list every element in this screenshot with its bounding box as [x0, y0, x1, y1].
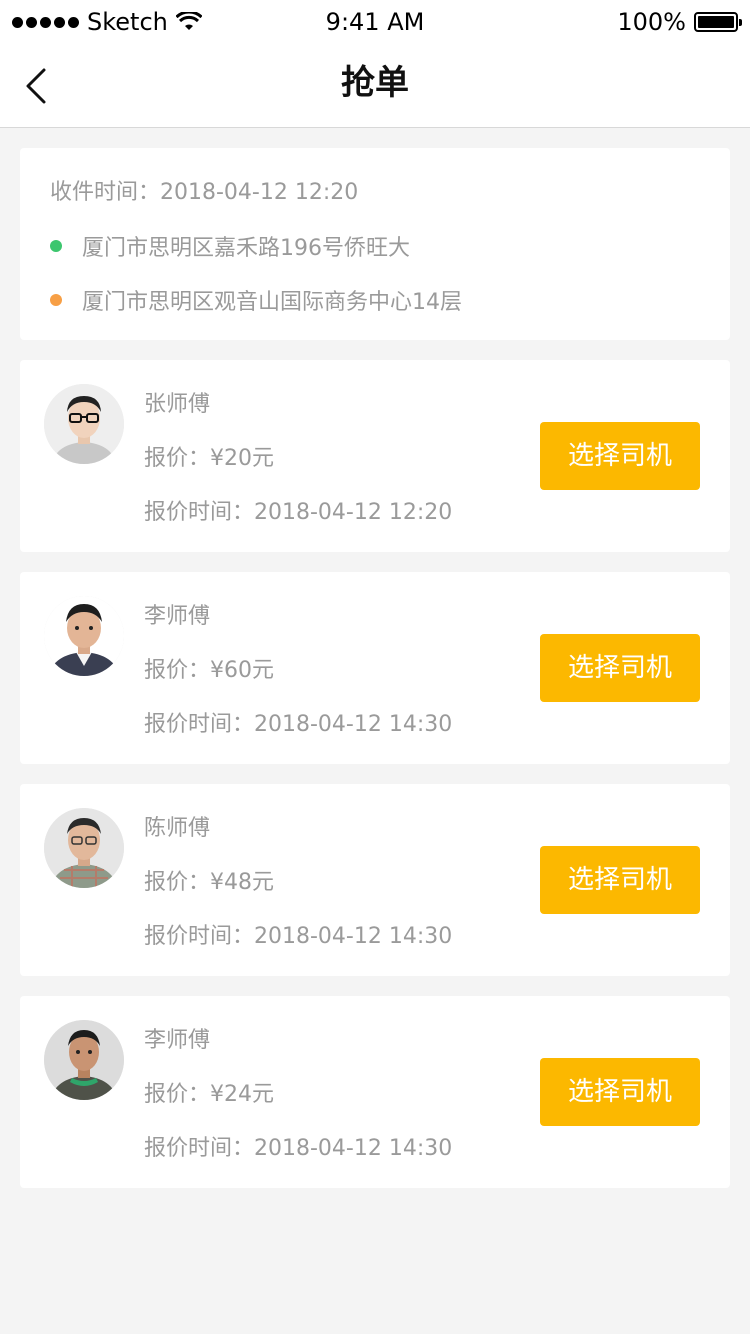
dropoff-address: 厦门市思明区观音山国际商务中心14层: [82, 290, 462, 315]
dropoff-dot-icon: [50, 294, 62, 306]
battery-label: 100%: [617, 8, 686, 36]
order-info-card: 收件时间：2018-04-12 12:20 厦门市思明区嘉禾路196号侨旺大 厦…: [20, 148, 730, 340]
pickup-dot-icon: [50, 240, 62, 252]
driver-card: 张师傅 报价：¥20元 报价时间：2018-04-12 12:20 选择司机: [20, 360, 730, 552]
status-right: 100%: [617, 0, 742, 44]
avatar: [44, 384, 124, 464]
driver-quote-time: 报价时间：2018-04-12 14:30: [144, 712, 453, 737]
pickup-time: 收件时间：2018-04-12 12:20: [50, 180, 359, 205]
driver-card: 陈师傅 报价：¥48元 报价时间：2018-04-12 14:30 选择司机: [20, 784, 730, 976]
select-driver-button[interactable]: 选择司机: [540, 1058, 700, 1126]
status-bar: Sketch 9:41 AM 100%: [0, 0, 750, 44]
driver-name: 李师傅: [144, 1028, 211, 1053]
driver-quote-time: 报价时间：2018-04-12 12:20: [144, 500, 453, 525]
select-driver-button[interactable]: 选择司机: [540, 634, 700, 702]
avatar: [44, 1020, 124, 1100]
pickup-address: 厦门市思明区嘉禾路196号侨旺大: [82, 236, 410, 261]
navigation-bar: 抢单: [0, 44, 750, 128]
driver-name: 李师傅: [144, 604, 211, 629]
driver-quote-time: 报价时间：2018-04-12 14:30: [144, 924, 453, 949]
driver-price: 报价：¥20元: [144, 446, 274, 471]
driver-quote-time: 报价时间：2018-04-12 14:30: [144, 1136, 453, 1161]
avatar: [44, 808, 124, 888]
driver-name: 张师傅: [144, 392, 211, 417]
driver-name: 陈师傅: [144, 816, 211, 841]
select-driver-button[interactable]: 选择司机: [540, 846, 700, 914]
page-title: 抢单: [341, 63, 409, 103]
pickup-address-row: 厦门市思明区嘉禾路196号侨旺大: [50, 230, 410, 262]
battery-icon: [694, 12, 742, 32]
driver-price: 报价：¥60元: [144, 658, 274, 683]
driver-price: 报价：¥24元: [144, 1082, 274, 1107]
dropoff-address-row: 厦门市思明区观音山国际商务中心14层: [50, 284, 462, 316]
select-driver-button[interactable]: 选择司机: [540, 422, 700, 490]
driver-card: 李师傅 报价：¥60元 报价时间：2018-04-12 14:30 选择司机: [20, 572, 730, 764]
avatar: [44, 596, 124, 676]
driver-card: 李师傅 报价：¥24元 报价时间：2018-04-12 14:30 选择司机: [20, 996, 730, 1188]
driver-price: 报价：¥48元: [144, 870, 274, 895]
